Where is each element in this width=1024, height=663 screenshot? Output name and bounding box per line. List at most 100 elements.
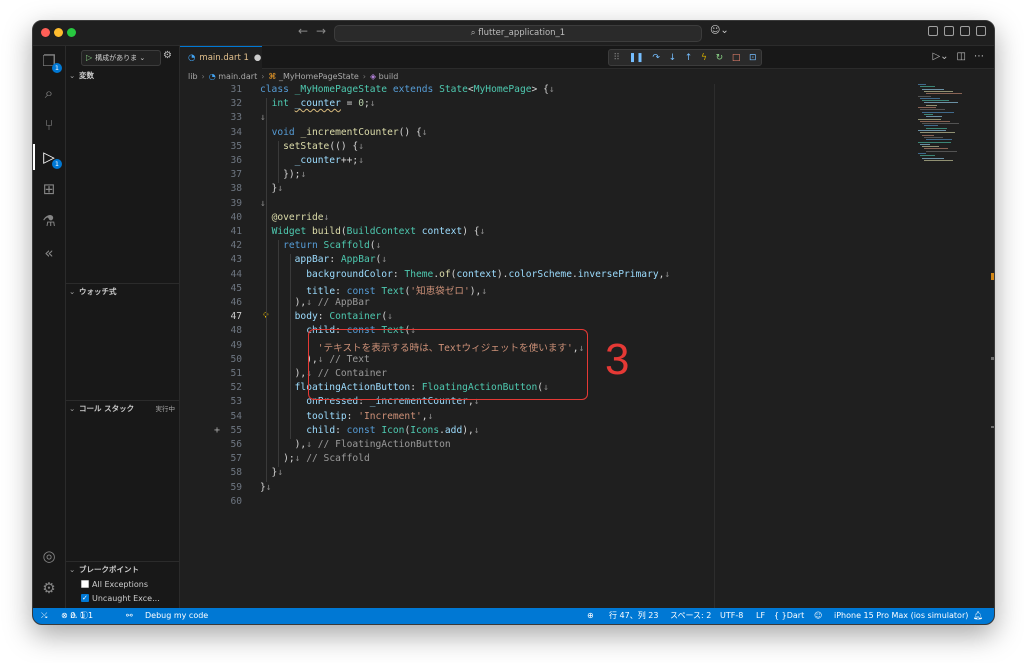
device-selector[interactable]: iPhone 15 Pro Max (ios simulator) [834,608,968,624]
breadcrumb-folder[interactable]: lib [188,72,198,81]
tab-main-dart[interactable]: ◔ main.dart 1 ● [180,46,262,69]
breadcrumb-class[interactable]: _MyHomePageState [279,72,359,81]
line-number[interactable]: 32 [194,98,242,109]
line-number[interactable]: 39 [194,198,242,209]
breakpoints-section-header[interactable]: ⌄ ブレークポイント [66,564,179,576]
code-line[interactable]: Widget build(BuildContext context) {↓ [260,226,486,237]
explorer-icon[interactable]: ❐ 1 [39,51,62,73]
breakpoint-all-exceptions[interactable]: All Exceptions [81,579,148,591]
code-line[interactable]: int _counter = 0;↓ [260,98,376,109]
split-editor-icon[interactable]: ◫ [957,51,966,62]
code-line[interactable]: class _MyHomePageState extends State<MyH… [260,84,555,95]
account-icon[interactable]: ◎ [39,546,59,566]
watch-section-header[interactable]: ⌄ ウォッチ式 [66,286,179,298]
line-number[interactable]: 42 [194,240,242,251]
pause-icon[interactable]: ❚❚ [629,53,644,63]
line-number[interactable]: 40 [194,212,242,223]
unsaved-dot-icon[interactable]: ● [254,53,261,63]
code-line[interactable]: ),↓ // AppBar [260,297,370,308]
debug-settings-gear-icon[interactable]: ⚙ [163,50,172,61]
extensions-icon[interactable]: ⊞ [39,179,59,199]
line-number[interactable]: 33 [194,112,242,123]
step-into-icon[interactable]: ↓ [669,53,677,63]
toggle-secondary-sidebar-icon[interactable] [976,26,986,36]
line-number[interactable]: 49 [194,340,242,351]
code-line[interactable]: ↓ [260,112,266,123]
line-number[interactable]: 47 [194,311,242,322]
line-number[interactable]: 45 [194,283,242,294]
indentation[interactable]: スペース: 2 [670,608,711,624]
variables-section-header[interactable]: ⌄ 変数 [66,70,179,82]
line-number[interactable]: 31 [194,84,242,95]
code-line[interactable]: appBar: AppBar(↓ [260,254,387,265]
checkbox[interactable] [81,592,89,604]
restart-icon[interactable]: ↻ [716,53,724,63]
back-arrow-icon[interactable]: ← [298,24,308,38]
line-number[interactable]: 51 [194,368,242,379]
debug-mode-label[interactable]: Debug my code [145,608,208,624]
run-debug-icon[interactable]: ▷ 1 [39,147,62,169]
line-number[interactable]: 56 [194,439,242,450]
line-number[interactable]: 52 [194,382,242,393]
line-number[interactable]: 37 [194,169,242,180]
breakpoint-uncaught-exceptions[interactable]: Uncaught Exce... [81,592,160,605]
line-number[interactable]: 35 [194,141,242,152]
code-line[interactable]: _counter++;↓ [260,155,364,166]
testing-icon[interactable]: ⚗ [39,211,59,231]
run-config-dropdown[interactable]: ▷ 構成がありま ⌄ [81,50,161,66]
add-icon[interactable]: + [214,425,220,436]
copilot-status-icon[interactable]: ☺ [814,608,822,624]
gear-icon[interactable]: ⚙ [39,578,59,598]
forward-arrow-icon[interactable]: → [316,24,326,38]
line-number[interactable]: 43 [194,254,242,265]
code-line[interactable]: tooltip: 'Increment',↓ [260,411,433,422]
code-line[interactable]: body: Container(↓ [260,311,393,322]
source-control-icon[interactable]: ⑂ [39,115,59,135]
remote-icon[interactable]: ⤯ [41,608,47,624]
code-line[interactable]: @override↓ [260,212,330,223]
code-line[interactable]: setState(() {↓ [260,141,364,152]
code-line[interactable]: ↓ [260,198,266,209]
layout-customize-icon[interactable] [928,26,938,36]
drag-handle-icon[interactable]: ⠿ [613,53,620,63]
line-number[interactable]: 34 [194,127,242,138]
line-number[interactable]: 57 [194,453,242,464]
close-window-button[interactable] [41,28,50,37]
more-actions-icon[interactable]: ⋯ [974,51,984,62]
maximize-window-button[interactable] [67,28,76,37]
eol[interactable]: LF [756,608,765,624]
code-line[interactable]: title: const Text('知恵袋ゼロ'),↓ [260,283,487,297]
line-number[interactable]: 58 [194,467,242,478]
line-number[interactable]: 46 [194,297,242,308]
line-number[interactable]: 50 [194,354,242,365]
breadcrumb-method[interactable]: build [379,72,399,81]
zoom-icon[interactable]: ⊕ [587,608,594,624]
breadcrumb-file[interactable]: main.dart [218,72,257,81]
encoding[interactable]: UTF-8 [720,608,743,624]
step-out-icon[interactable]: ↑ [685,53,693,63]
line-number[interactable]: 53 [194,396,242,407]
line-number[interactable]: 41 [194,226,242,237]
line-number[interactable]: 59 [194,482,242,493]
toggle-sidebar-icon[interactable] [944,26,954,36]
line-number[interactable]: 48 [194,325,242,336]
search-icon[interactable]: ⌕ [39,83,59,103]
hot-reload-icon[interactable]: ϟ [701,53,707,63]
checkbox[interactable] [81,580,89,588]
code-line[interactable]: child: const Icon(Icons.add),↓ [260,425,479,436]
code-line[interactable]: void _incrementCounter() {↓ [260,127,428,138]
stop-icon[interactable]: □ [732,53,741,63]
code-line[interactable]: );↓ // Scaffold [260,453,370,464]
line-number[interactable]: 38 [194,183,242,194]
callstack-section-header[interactable]: ⌄ コール スタック 実行中 [66,403,179,415]
notifications-icon[interactable]: 🔔︎ [973,608,983,624]
run-debug-dropdown-icon[interactable]: ▷⌄ [932,51,948,62]
code-line[interactable]: backgroundColor: Theme.of(context).color… [260,269,670,280]
line-number[interactable]: 36 [194,155,242,166]
code-line[interactable]: ),↓ // FloatingActionButton [260,439,451,450]
code-line[interactable]: }↓ [260,467,284,478]
flutter-inspector-icon[interactable]: ⊡ [749,53,757,63]
cursor-position[interactable]: 行 47、列 23 [609,608,658,624]
step-over-icon[interactable]: ↷ [652,53,660,63]
code-line[interactable]: }↓ [260,183,284,194]
